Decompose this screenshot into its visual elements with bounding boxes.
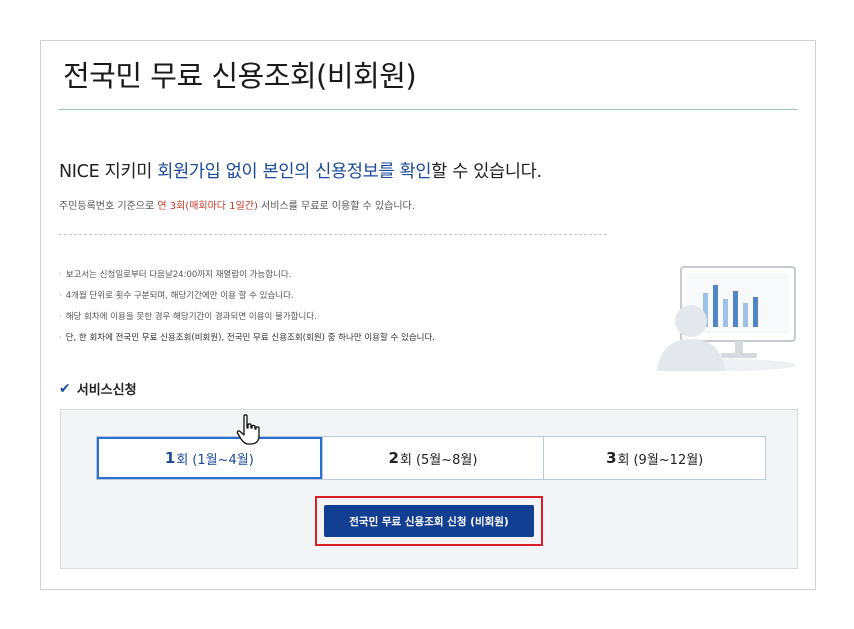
subtitle-prefix: 주민등록번호 기준으로 (59, 201, 158, 212)
headline-suffix: 할 수 있습니다. (431, 162, 542, 182)
headline-highlight-1: 회원가입 없이 (157, 162, 258, 182)
monitor-bar-chart-illustration (656, 266, 796, 371)
notice-item: · 4개월 단위로 횟수 구분되며, 해당기간에만 이용 할 수 있습니다. (59, 291, 294, 301)
notice-list: · 보고서는 신청일로부터 다음날24:00까지 재열람이 가능합니다. · 4개월… (59, 268, 435, 352)
round-tabs: 1 회 (1월~4월) 2 회 (5월~8월) 3 회 (9월~12월) (96, 436, 766, 480)
tab-round-3[interactable]: 3 회 (9월~12월) (543, 437, 765, 479)
notice-text: 단, 한 회차에 전국민 무료 신용조회(비회원), 전국민 무료 신용조회(회… (65, 333, 436, 343)
content-panel: 전국민 무료 신용조회(비회원) NICE 지키미 회원가입 없이 본인의 신용… (40, 40, 816, 590)
cta-highlight-frame: 전국민 무료 신용조회 신청 (비회원) (315, 496, 543, 546)
hand-pointer-icon (236, 414, 260, 445)
notice-text: 4개월 단위로 횟수 구분되며, 해당기간에만 이용 할 수 있습니다. (65, 291, 294, 301)
tab-unit: 회 (176, 452, 189, 468)
tab-number: 3 (606, 449, 617, 467)
service-heading: ✔ 서비스신청 (59, 379, 137, 399)
headline-highlight-2: 본인의 신용정보를 확인 (262, 162, 432, 182)
tab-range: (1월~4월) (192, 452, 254, 468)
notice-item: · 보고서는 신청일로부터 다음날24:00까지 재열람이 가능합니다. (59, 270, 292, 280)
tab-round-2[interactable]: 2 회 (5월~8월) (321, 437, 544, 479)
tab-unit: 회 (399, 452, 412, 468)
tab-number: 2 (388, 449, 399, 467)
tab-round-1[interactable]: 1 회 (1월~4월) (97, 437, 322, 479)
service-label: 서비스신청 (76, 383, 137, 398)
check-icon: ✔ (59, 380, 71, 397)
title-divider (58, 109, 798, 110)
notice-text: 해당 회차에 이용을 못한 경우 해당기간이 경과되면 이용이 불가합니다. (65, 312, 317, 322)
service-box: 1 회 (1월~4월) 2 회 (5월~8월) 3 회 (9월~12월) 전국민 무료 신용… (60, 409, 798, 569)
subtitle-highlight: 연 3회(매회마다 1일간) (157, 201, 258, 212)
tab-unit: 회 (617, 452, 630, 468)
subtitle: 주민등록번호 기준으로 연 3회(매회마다 1일간) 서비스를 무료로 이용할 … (59, 197, 415, 212)
dotted-divider (59, 234, 607, 235)
headline-prefix: NICE 지키미 (59, 162, 158, 182)
tab-range: (5월~8월) (415, 452, 478, 468)
tab-number: 1 (164, 449, 176, 467)
tab-range: (9월~12월) (633, 452, 704, 468)
notice-item: · 해당 회차에 이용을 못한 경우 해당기간이 경과되면 이용이 불가합니다. (59, 312, 317, 322)
notice-item: · 단, 한 회차에 전국민 무료 신용조회(비회원), 전국민 무료 신용조회(… (59, 333, 436, 343)
page-title: 전국민 무료 신용조회(비회원) (63, 59, 417, 93)
subtitle-suffix: 서비스를 무료로 이용할 수 있습니다. (257, 201, 415, 212)
headline: NICE 지키미 회원가입 없이 본인의 신용정보를 확인할 수 있습니다. (59, 158, 542, 183)
notice-text: 보고서는 신청일로부터 다음날24:00까지 재열람이 가능합니다. (65, 270, 292, 280)
apply-free-credit-check-button[interactable]: 전국민 무료 신용조회 신청 (비회원) (324, 505, 534, 537)
